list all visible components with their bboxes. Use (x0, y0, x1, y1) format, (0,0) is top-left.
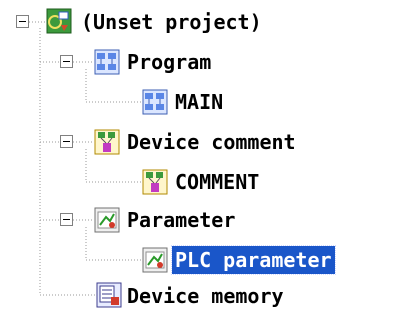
device-comment-icon (94, 129, 120, 155)
tree-item-project[interactable]: (Unset project) (78, 8, 265, 36)
parameter-icon (94, 207, 120, 233)
collapse-root-button[interactable] (16, 15, 29, 28)
project-icon (46, 8, 72, 34)
device-memory-icon (96, 282, 122, 308)
tree-item-main[interactable]: MAIN (172, 88, 226, 116)
tree-item-program[interactable]: Program (124, 48, 214, 76)
tree-item-comment[interactable]: COMMENT (172, 168, 262, 196)
tree-item-parameter[interactable]: Parameter (124, 206, 238, 234)
collapse-program-button[interactable] (60, 55, 73, 68)
tree-item-device-comment[interactable]: Device comment (124, 128, 299, 156)
tree-item-plc-parameter[interactable]: PLC parameter (171, 245, 336, 275)
program-icon (142, 89, 168, 115)
tree-item-device-memory[interactable]: Device memory (124, 282, 287, 310)
parameter-icon (142, 247, 168, 273)
program-icon (94, 49, 120, 75)
collapse-device-comment-button[interactable] (60, 135, 73, 148)
project-tree: (Unset project) Program MAIN Device comm… (0, 0, 394, 313)
collapse-parameter-button[interactable] (60, 213, 73, 226)
device-comment-icon (142, 169, 168, 195)
